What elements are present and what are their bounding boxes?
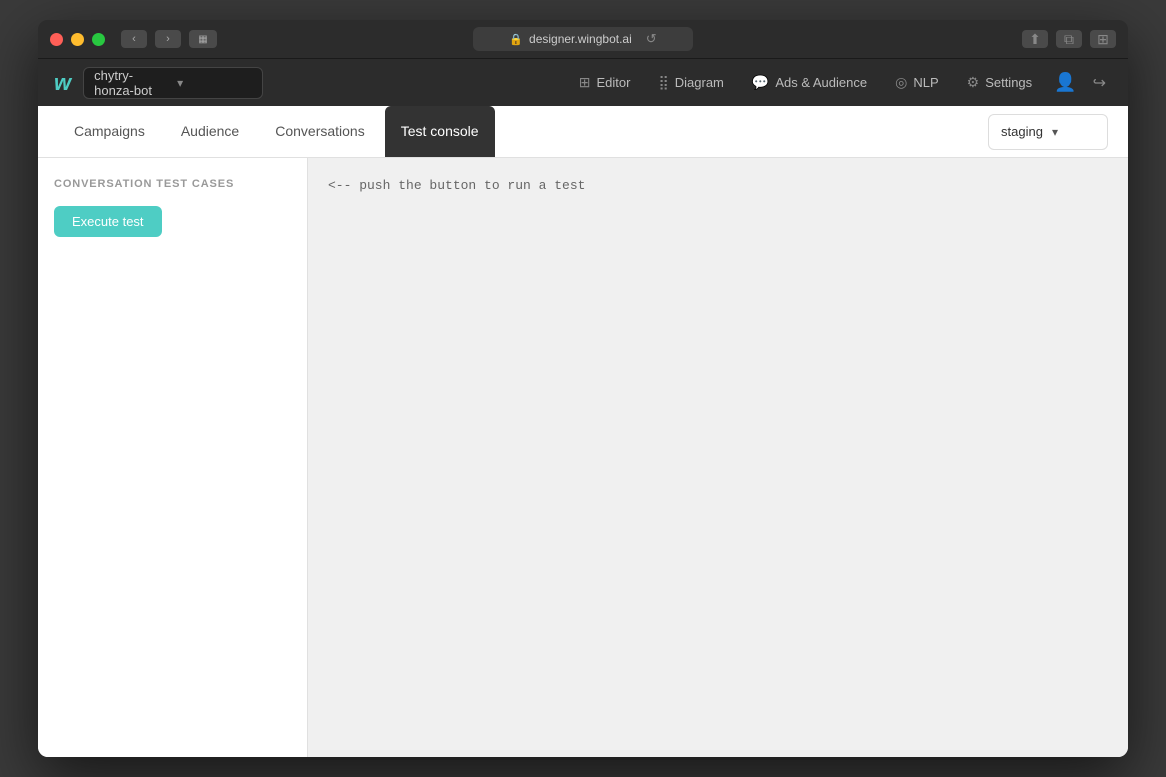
bot-selector-value: chytry-honza-bot (94, 68, 169, 98)
content-body: CONVERSATION TEST CASES Execute test <--… (38, 158, 1128, 757)
settings-icon: ⚙ (967, 74, 980, 91)
logout-icon[interactable]: ↪ (1087, 67, 1112, 99)
diagram-icon: ⣿ (658, 74, 668, 91)
tab-audience[interactable]: Audience (165, 106, 255, 157)
nlp-icon: ◎ (895, 74, 907, 91)
forward-button[interactable]: › (155, 30, 181, 48)
nav-nlp-label: NLP (913, 75, 938, 90)
logo: w (54, 70, 71, 96)
nav-editor-label: Editor (597, 75, 631, 90)
section-title: CONVERSATION TEST CASES (54, 178, 291, 190)
nav-editor[interactable]: ⊞ Editor (567, 68, 643, 97)
tabbar: Campaigns Audience Conversations Test co… (38, 106, 1128, 158)
nav-ads-audience[interactable]: 💬 Ads & Audience (740, 68, 879, 97)
user-icon[interactable]: 👤 (1048, 66, 1082, 99)
left-panel: CONVERSATION TEST CASES Execute test (38, 158, 308, 757)
execute-test-button[interactable]: Execute test (54, 206, 162, 237)
console-panel: <-- push the button to run a test (308, 158, 1128, 757)
bot-selector[interactable]: chytry-honza-bot ▾ (83, 67, 263, 99)
refresh-icon[interactable]: ↺ (646, 31, 657, 47)
browser-nav: ‹ › (121, 30, 181, 48)
nav-diagram[interactable]: ⣿ Diagram (646, 68, 735, 97)
ads-icon: 💬 (752, 74, 769, 91)
tabbar-right: staging ▾ (988, 114, 1108, 150)
appbar: w chytry-honza-bot ▾ ⊞ Editor ⣿ Diagram … (38, 58, 1128, 106)
url-bar[interactable]: 🔒 designer.wingbot.ai ↺ (473, 27, 693, 51)
nav-settings-label: Settings (985, 75, 1032, 90)
chevron-down-icon: ▾ (177, 76, 252, 90)
env-selector-value: staging (1001, 124, 1044, 139)
env-chevron-icon: ▾ (1052, 125, 1095, 139)
close-button[interactable] (50, 33, 63, 46)
main-content: Campaigns Audience Conversations Test co… (38, 106, 1128, 757)
nav-settings[interactable]: ⚙ Settings (955, 68, 1045, 97)
window-controls (50, 33, 105, 46)
extensions-button[interactable]: ⊞ (1090, 30, 1116, 48)
lock-icon: 🔒 (509, 33, 523, 46)
app-nav: ⊞ Editor ⣿ Diagram 💬 Ads & Audience ◎ NL… (567, 66, 1112, 99)
titlebar-right-controls: ⬆ ⧉ ⊞ (1022, 30, 1116, 48)
url-text: designer.wingbot.ai (529, 32, 632, 46)
new-tab-button[interactable]: ⧉ (1056, 30, 1082, 48)
maximize-button[interactable] (92, 33, 105, 46)
nav-ads-label: Ads & Audience (775, 75, 867, 90)
tab-conversations[interactable]: Conversations (259, 106, 381, 157)
console-hint: <-- push the button to run a test (328, 178, 585, 193)
tab-campaigns[interactable]: Campaigns (58, 106, 161, 157)
sidebar-toggle[interactable]: ▦ (189, 30, 217, 48)
titlebar: ‹ › ▦ 🔒 designer.wingbot.ai ↺ ⬆ ⧉ ⊞ (38, 20, 1128, 58)
share-button[interactable]: ⬆ (1022, 30, 1048, 48)
env-selector[interactable]: staging ▾ (988, 114, 1108, 150)
nav-diagram-label: Diagram (675, 75, 724, 90)
nav-nlp[interactable]: ◎ NLP (883, 68, 951, 97)
tab-test-console[interactable]: Test console (385, 106, 495, 157)
minimize-button[interactable] (71, 33, 84, 46)
editor-icon: ⊞ (579, 74, 591, 91)
back-button[interactable]: ‹ (121, 30, 147, 48)
